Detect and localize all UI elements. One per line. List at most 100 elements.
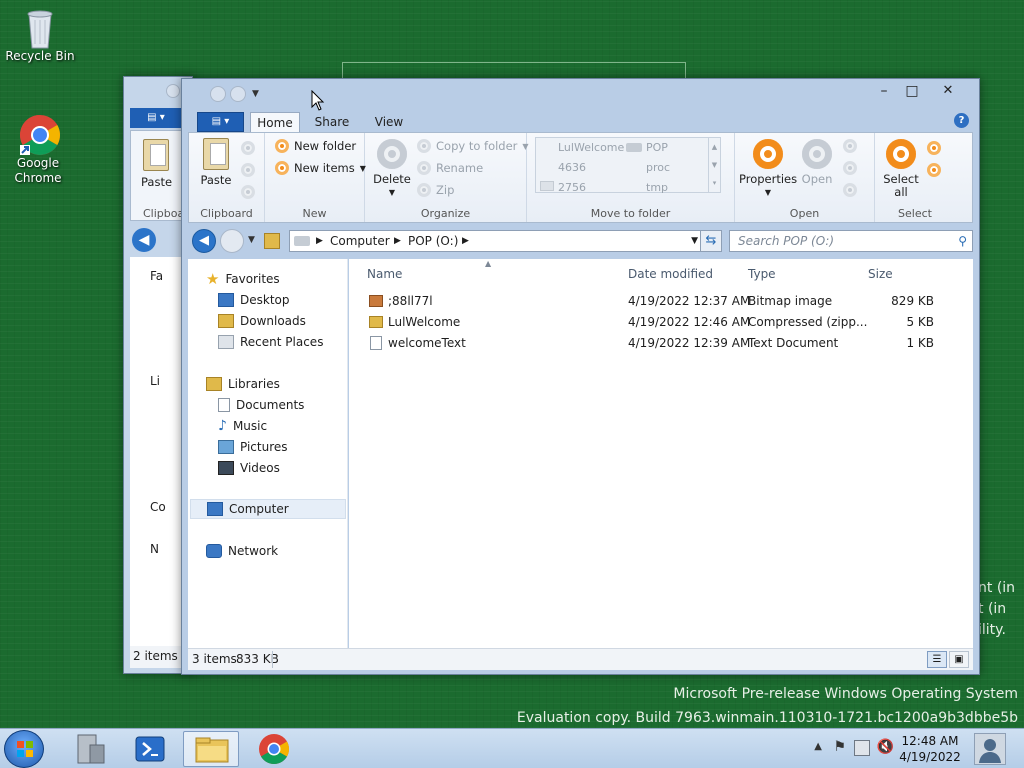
desktop-icon-chrome[interactable]: Google Chrome	[0, 113, 78, 186]
address-dropdown-icon[interactable]: ▼	[691, 231, 698, 251]
copy-path-icon[interactable]	[241, 185, 255, 199]
server-manager-icon	[77, 734, 105, 764]
open-menu-icon[interactable]	[843, 139, 857, 153]
tab-home[interactable]: Home	[250, 112, 300, 133]
nav-music-label: Music	[232, 419, 268, 433]
history-icon[interactable]	[843, 183, 857, 197]
file-row[interactable]: welcomeText 4/19/2022 12:39 AM Text Docu…	[349, 333, 973, 354]
new-items-button[interactable]: New items ▼	[275, 161, 366, 175]
zip-button[interactable]: Zip	[417, 183, 454, 197]
refresh-button[interactable]: ⇆	[700, 230, 722, 252]
breadcrumb-computer[interactable]: Computer	[330, 231, 390, 251]
file-tab[interactable]: ▤ ▾	[197, 112, 244, 132]
select-none-icon[interactable]	[927, 141, 941, 155]
move-item-2756[interactable]: 2756	[558, 181, 586, 194]
up-folder-icon[interactable]	[264, 233, 280, 249]
breadcrumb-chevron-icon[interactable]: ▶	[316, 231, 323, 251]
address-bar[interactable]: ▶ Computer ▶ POP (O:) ▶ ▼	[289, 230, 703, 252]
taskbar-explorer[interactable]	[183, 731, 239, 767]
taskbar-server-manager[interactable]	[62, 731, 118, 767]
column-date-modified[interactable]: Date modified	[628, 267, 713, 281]
rename-button[interactable]: Rename	[417, 161, 483, 175]
breadcrumb-chevron-icon[interactable]: ▶	[462, 231, 469, 251]
paste-button[interactable]: Paste	[197, 138, 235, 187]
minimize-button[interactable]: –	[871, 81, 897, 101]
volume-muted-icon[interactable]: 🔇	[877, 739, 894, 755]
copy-icon[interactable]	[241, 163, 255, 177]
copy-to-folder-button[interactable]: Copy to folder ▼	[417, 139, 529, 153]
nav-music[interactable]: ♪ Music	[218, 416, 267, 436]
back-nav-libraries[interactable]: Li	[150, 374, 160, 388]
back-button[interactable]: ◀	[192, 229, 216, 253]
move-item-4636[interactable]: 4636	[558, 161, 586, 174]
back-nav-network[interactable]: N	[150, 542, 159, 556]
clock[interactable]: 12:48 AM 4/19/2022	[898, 733, 962, 765]
qat-dropdown-icon[interactable]: ▼	[252, 89, 259, 99]
nav-downloads[interactable]: Downloads	[218, 311, 306, 331]
move-item-tmp[interactable]: tmp	[646, 181, 668, 194]
column-name[interactable]: Name	[367, 267, 402, 281]
file-row[interactable]: ;88ll77l 4/19/2022 12:37 AM Bitmap image…	[349, 291, 973, 312]
breadcrumb-chevron-icon[interactable]: ▶	[394, 231, 401, 251]
file-size: 1 KB	[906, 336, 934, 350]
properties-label: Properties	[739, 172, 798, 186]
ribbon: Paste Clipboard New folder New items ▼ Ne…	[188, 132, 973, 223]
move-item-proc[interactable]: proc	[646, 161, 670, 174]
column-type[interactable]: Type	[748, 267, 776, 281]
tab-share[interactable]: Share	[304, 112, 360, 133]
back-back-button[interactable]: ◀	[132, 228, 156, 252]
close-button[interactable]: ✕	[935, 81, 961, 101]
nav-videos[interactable]: Videos	[218, 458, 280, 478]
help-icon[interactable]: ?	[954, 113, 969, 128]
explorer-window[interactable]: ▼ – □ ✕ ▤ ▾ Home Share View ? Paste Clip…	[181, 78, 980, 675]
column-size[interactable]: Size	[868, 267, 893, 281]
nav-favorites[interactable]: ★ Favorites	[206, 269, 280, 289]
network-tray-icon[interactable]	[854, 740, 870, 756]
select-all-button[interactable]: Select all	[881, 139, 921, 199]
recent-places-icon	[218, 335, 234, 349]
action-center-flag-icon[interactable]: ⚑	[833, 739, 846, 755]
new-folder-button[interactable]: New folder	[275, 139, 356, 153]
tab-view[interactable]: View	[364, 112, 414, 133]
open-button[interactable]: Open	[799, 139, 835, 186]
gallery-scroll[interactable]: ▲ ▼ ▾	[708, 138, 720, 192]
large-icons-view-icon[interactable]: ▣	[949, 651, 969, 668]
move-item-pop[interactable]: POP	[646, 141, 668, 154]
user-avatar-icon[interactable]	[974, 733, 1006, 765]
delete-button[interactable]: Delete ▼	[373, 139, 411, 199]
forward-button[interactable]	[220, 229, 244, 253]
taskbar-powershell[interactable]	[122, 731, 178, 767]
qat-properties-icon[interactable]	[210, 86, 226, 102]
nav-network[interactable]: Network	[206, 541, 278, 561]
invert-selection-icon[interactable]	[927, 163, 941, 177]
nav-libraries[interactable]: Libraries	[206, 374, 280, 394]
details-view-icon[interactable]: ☰	[927, 651, 947, 668]
back-nav-favorites[interactable]: Fa	[150, 269, 163, 283]
start-button[interactable]	[4, 730, 44, 768]
qat-new-folder-icon[interactable]	[230, 86, 246, 102]
taskbar-chrome[interactable]	[246, 731, 302, 767]
back-nav-computer[interactable]: Co	[150, 500, 166, 514]
recent-locations-icon[interactable]: ▼	[248, 235, 255, 245]
file-row[interactable]: LulWelcome 4/19/2022 12:46 AM Compressed…	[349, 312, 973, 333]
nav-desktop[interactable]: Desktop	[218, 290, 290, 310]
show-hidden-icons[interactable]: ▲	[814, 741, 822, 752]
copy-to-icon	[417, 139, 431, 153]
nav-computer[interactable]: Computer	[190, 499, 346, 519]
move-item-lulwelcome[interactable]: LulWelcome	[558, 141, 624, 154]
chrome-label: Google Chrome	[14, 156, 62, 185]
cut-icon[interactable]	[241, 141, 255, 155]
maximize-button[interactable]: □	[899, 81, 925, 101]
search-input[interactable]: Search POP (O:) ⚲	[729, 230, 973, 252]
desktop-icon-recycle-bin[interactable]: Recycle Bin	[0, 6, 80, 64]
title-bar[interactable]: ▼ – □ ✕	[182, 79, 979, 107]
edit-icon[interactable]	[843, 161, 857, 175]
breadcrumb-pop[interactable]: POP (O:)	[408, 231, 458, 251]
nav-pictures[interactable]: Pictures	[218, 437, 288, 457]
search-icon[interactable]: ⚲	[958, 231, 967, 251]
move-to-gallery[interactable]: LulWelcome POP 4636 proc 2756 tmp ▲ ▼ ▾	[535, 137, 721, 194]
nav-documents[interactable]: Documents	[218, 395, 304, 415]
nav-recent-places[interactable]: Recent Places	[218, 332, 323, 352]
back-file-tab[interactable]: ▤ ▾	[130, 108, 182, 128]
properties-button[interactable]: Properties ▼	[739, 139, 797, 199]
